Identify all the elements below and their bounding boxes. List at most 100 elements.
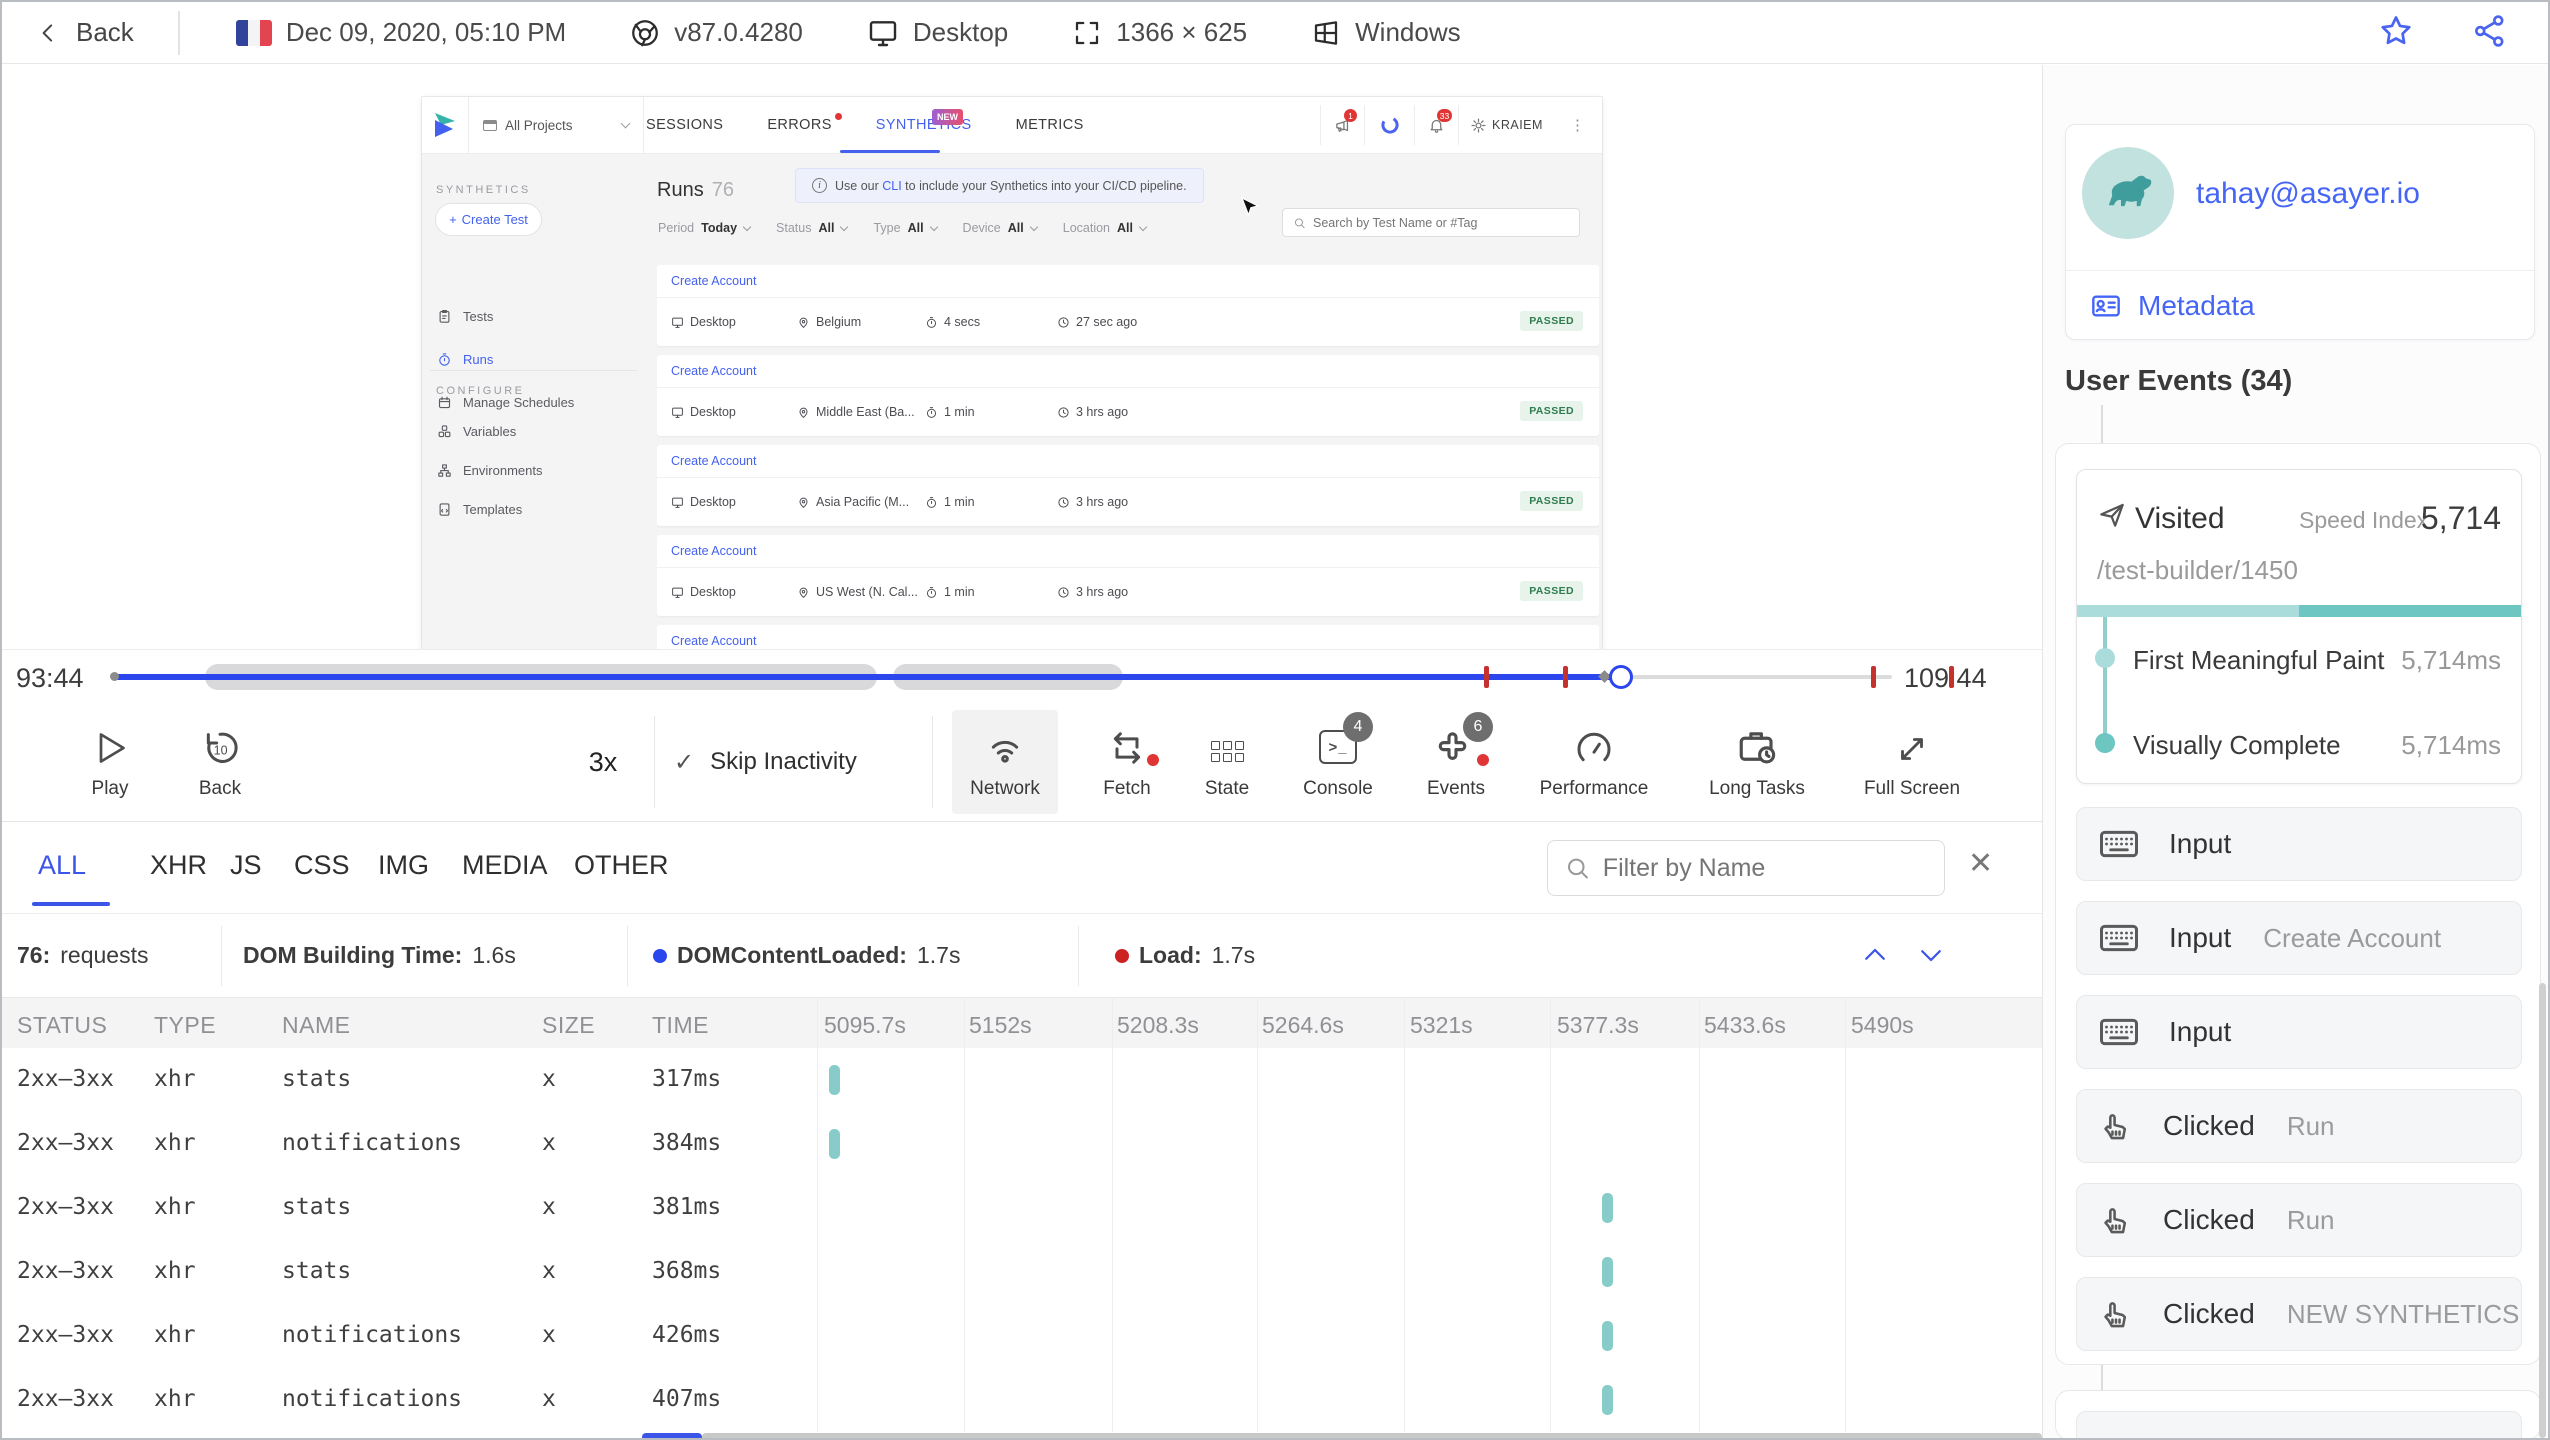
replayed-app-tab: SESSIONS: [646, 117, 724, 133]
terminal-icon: >_ 4: [1319, 712, 1373, 768]
network-tab[interactable]: MEDIA: [462, 850, 548, 881]
clipboard-icon: [439, 310, 450, 323]
network-panel: ALL XHR JS CSS IMG MEDIA OTHER ✕ 76:requests D…: [2, 822, 2042, 1438]
back-10s-button[interactable]: 10 Back: [182, 710, 258, 814]
sidebar-item-manage-schedules: Manage Schedules: [437, 395, 574, 410]
event-timeline-connector: [2101, 1365, 2103, 1390]
network-tab[interactable]: IMG: [378, 850, 429, 881]
close-panel-button[interactable]: ✕: [1968, 846, 1993, 881]
network-tabs-row: ALL XHR JS CSS IMG MEDIA OTHER ✕: [2, 822, 2042, 914]
gauge-icon: [1573, 724, 1615, 768]
project-icon: [483, 119, 497, 131]
paint-progress-bar: [2077, 605, 2521, 617]
console-panel-button[interactable]: >_ 4 Console: [1288, 710, 1388, 814]
network-request-row[interactable]: 2xx–3xx xhr notifications x 384ms: [2, 1112, 2042, 1176]
filter-dropdown: Status All: [776, 221, 849, 235]
windows-icon: [1311, 18, 1341, 48]
network-filter-box[interactable]: [1547, 840, 1945, 896]
play-button[interactable]: Play: [72, 710, 148, 814]
project-selector: All Projects: [468, 97, 644, 153]
chevron-down-icon: [1921, 950, 1941, 962]
create-test-button: + Create Test: [435, 203, 542, 236]
divider: [177, 10, 180, 55]
run-card: Create Account Desktop Belgium 4 secs 27…: [657, 265, 1599, 346]
favorite-star-button[interactable]: [2378, 13, 2414, 52]
network-tab[interactable]: XHR: [150, 850, 207, 881]
svg-text:10: 10: [214, 744, 228, 758]
run-title: Create Account: [657, 625, 1599, 649]
network-tab[interactable]: ALL: [31, 850, 111, 906]
timeline-progress: [112, 674, 1622, 680]
user-event-card[interactable]: Input Create Account: [2076, 901, 2522, 975]
desktop-icon: [672, 497, 683, 508]
user-event-card[interactable]: Input: [2076, 995, 2522, 1069]
network-tab[interactable]: CSS: [294, 850, 350, 881]
back-button[interactable]: Back: [36, 17, 134, 48]
fetch-icon: [1107, 724, 1159, 768]
horizontal-scrollbar[interactable]: [702, 1433, 2042, 1438]
state-panel-button[interactable]: State: [1186, 710, 1268, 814]
run-card: Create Account Desktop Canada (Central) …: [657, 625, 1599, 649]
network-tab[interactable]: OTHER: [574, 850, 669, 881]
sidebar-item-environments: Environments: [437, 463, 542, 478]
replay-viewport: All Projects SESSIONS ERRORS SYNTHETICS MET…: [2, 65, 2042, 649]
id-card-icon: [2092, 294, 2120, 317]
keyboard-icon: [2099, 827, 2139, 861]
run-search-box: [1282, 208, 1580, 237]
user-email-link[interactable]: tahay@asayer.io: [2196, 177, 2420, 211]
network-stats-row: 76: requests DOM Building Time: 1.6s DOMCo…: [2, 914, 2042, 997]
network-panel-button[interactable]: Network: [952, 710, 1058, 814]
long-tasks-panel-button[interactable]: Long Tasks: [1694, 710, 1820, 814]
stopwatch-icon: [926, 496, 937, 508]
metadata-button[interactable]: Metadata: [2066, 271, 2534, 340]
info-icon: i: [812, 178, 827, 193]
user-event-card[interactable]: Clicked Run: [2076, 1183, 2522, 1257]
user-event-card[interactable]: [2076, 1411, 2522, 1438]
full-screen-button[interactable]: Full Screen: [1850, 710, 1974, 814]
network-request-row[interactable]: 2xx–3xx xhr stats x 317ms: [2, 1048, 2042, 1112]
runs-filters: Period Today Status All Type All Device All Loca…: [658, 221, 1148, 235]
performance-panel-button[interactable]: Performance: [1524, 710, 1664, 814]
run-title: Create Account: [657, 265, 1599, 298]
skip-inactivity-toggle[interactable]: ✓ Skip Inactivity: [674, 702, 914, 822]
pointer-hand-icon: [2099, 1296, 2133, 1332]
fetch-panel-button[interactable]: Fetch: [1086, 710, 1168, 814]
speed-toggle-button[interactable]: 3x: [568, 702, 638, 822]
network-filter-input[interactable]: [1602, 853, 1928, 883]
os-name: Windows: [1355, 17, 1461, 47]
network-request-row[interactable]: 2xx–3xx xhr notifications x 407ms: [2, 1368, 2042, 1432]
chevron-down-icon: [620, 118, 631, 128]
filter-dropdown: Type All: [873, 221, 938, 235]
network-tab[interactable]: JS: [230, 850, 262, 881]
chrome-icon: [630, 18, 660, 48]
user-event-card[interactable]: Clicked NEW SYNTHETICS: [2076, 1277, 2522, 1351]
share-button[interactable]: [2472, 13, 2508, 52]
user-event-card[interactable]: Clicked Run: [2076, 1089, 2522, 1163]
events-group-next: [2055, 1390, 2541, 1438]
domcontentloaded-dot: [653, 948, 667, 963]
network-request-row[interactable]: 2xx–3xx xhr stats x 381ms: [2, 1176, 2042, 1240]
visited-event-card[interactable]: Visited Speed Index 5,714 /test-builder/…: [2076, 469, 2522, 784]
back-label: Back: [76, 17, 134, 47]
timeline-track[interactable]: [108, 650, 1892, 703]
session-sidebar: tahay@asayer.io Metadata User Events (34…: [2042, 65, 2548, 1438]
vertical-scrollbar[interactable]: [2539, 983, 2546, 1438]
jump-previous-button[interactable]: [1858, 940, 1892, 973]
loading-spinner-icon: [1380, 97, 1400, 153]
network-request-row[interactable]: 2xx–3xx xhr stats x 368ms: [2, 1240, 2042, 1304]
search-icon: [1568, 858, 1588, 879]
time-axis-tick: 5490s: [1851, 1012, 1914, 1038]
network-request-row[interactable]: 2xx–3xx xhr notifications x 426ms: [2, 1304, 2042, 1368]
events-panel-button[interactable]: 6 Events: [1412, 710, 1500, 814]
clock-icon: [1058, 586, 1069, 598]
expand-icon: [1893, 724, 1931, 768]
user-event-card[interactable]: Input: [2076, 807, 2522, 881]
speed-index-value: 5,714: [2420, 500, 2501, 536]
jump-next-button[interactable]: [1914, 940, 1948, 973]
replay-screenshot[interactable]: All Projects SESSIONS ERRORS SYNTHETICS MET…: [422, 97, 1602, 649]
briefcase-clock-icon: [1735, 724, 1779, 768]
divider: [430, 370, 637, 371]
error-marker: [1870, 666, 1876, 688]
session-replay-app: Back Dec 09, 2020, 05:10 PM v87.0.4280 D…: [0, 0, 2550, 1440]
timeline-playhead[interactable]: [1609, 665, 1634, 689]
